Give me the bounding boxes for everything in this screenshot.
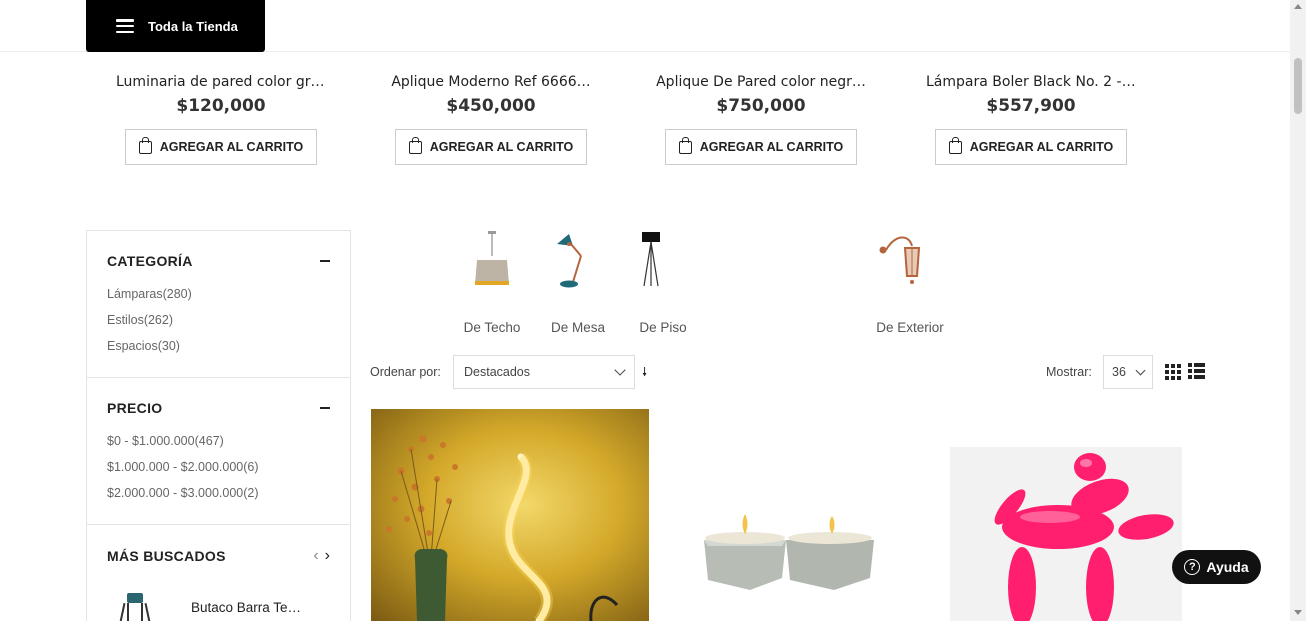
sort-select-value: Destacados	[464, 365, 531, 379]
strip-product: Lámpara Boler Black No. 2 - … $557,900 A…	[896, 70, 1166, 165]
help-button[interactable]: ? Ayuda	[1172, 550, 1261, 584]
filter-item[interactable]: $2.000.000 - $3.000.000(2)	[107, 480, 330, 506]
grid-view-icon[interactable]	[1165, 364, 1181, 380]
product-image-balloon-dog[interactable]	[950, 447, 1182, 621]
outdoor-lamp-icon	[865, 228, 955, 314]
product-strip: Luminaria de pared color gri… $120,000 A…	[86, 70, 1206, 180]
question-icon: ?	[1184, 559, 1201, 575]
sort-select[interactable]: Destacados	[453, 355, 635, 389]
most-searched-name: Butaco Barra Te…	[191, 599, 302, 615]
chevron-down-icon	[614, 364, 626, 376]
scrollbar-thumb[interactable]	[1294, 58, 1302, 114]
list-view-icon[interactable]	[1188, 363, 1205, 380]
add-to-cart-label: AGREGAR AL CARRITO	[429, 140, 574, 154]
top-bar: Toda la Tienda	[0, 0, 1290, 52]
collapse-icon[interactable]	[320, 260, 330, 262]
product-name[interactable]: Aplique Moderno Ref 6666…	[386, 74, 596, 90]
category-label: De Mesa	[550, 320, 606, 335]
scroll-up-arrow-icon[interactable]	[1294, 4, 1302, 9]
product-name[interactable]: Lámpara Boler Black No. 2 - …	[926, 74, 1136, 90]
page-scrollbar[interactable]	[1290, 0, 1306, 621]
filter-item[interactable]: $1.000.000 - $2.000.000(6)	[107, 454, 330, 480]
most-searched-title: MÁS BUSCADOS	[107, 548, 226, 564]
category-de-piso[interactable]: De Piso	[618, 228, 708, 335]
filter-item[interactable]: Lámparas(280)	[107, 281, 330, 307]
page-size-value: 36	[1112, 365, 1126, 379]
collapse-icon[interactable]	[320, 407, 330, 409]
sort-direction-icon[interactable]: 🠗	[642, 363, 647, 384]
filter-item[interactable]: Estilos(262)	[107, 307, 330, 333]
strip-product: Aplique De Pared color negr… $750,000 AG…	[626, 70, 896, 165]
price-filter: PRECIO $0 - $1.000.000(467) $1.000.000 -…	[87, 378, 350, 525]
add-to-cart-label: AGREGAR AL CARRITO	[699, 140, 844, 154]
category-de-techo[interactable]: De Techo	[447, 228, 537, 335]
sort-toolbar: Ordenar por: Destacados 🠗 Mostrar: 36	[370, 355, 1206, 389]
page-size-select[interactable]: 36	[1103, 355, 1153, 389]
desk-lamp-icon	[533, 228, 623, 314]
show-label: Mostrar:	[1046, 365, 1092, 379]
ceiling-lamp-icon	[447, 228, 537, 314]
product-image-concrete-candles[interactable]	[690, 500, 890, 600]
shopping-bag-icon	[408, 136, 422, 154]
floor-lamp-icon	[618, 228, 708, 314]
category-de-exterior[interactable]: De Exterior	[865, 228, 955, 335]
most-searched-header: MÁS BUSCADOS ‹ ›	[87, 525, 350, 565]
most-searched-item[interactable]: Butaco Barra Te…	[87, 565, 350, 621]
category-label: De Techo	[463, 320, 521, 335]
hamburger-icon	[116, 19, 134, 33]
chevron-down-icon	[1135, 365, 1146, 376]
category-label: De Piso	[639, 320, 687, 335]
product-price: $450,000	[446, 96, 536, 116]
add-to-cart-label: AGREGAR AL CARRITO	[159, 140, 304, 154]
product-price: $120,000	[176, 96, 266, 116]
category-filter-title: CATEGORÍA	[107, 253, 193, 269]
add-to-cart-button[interactable]: AGREGAR AL CARRITO	[394, 129, 588, 165]
filter-sidebar: CATEGORÍA Lámparas(280) Estilos(262) Esp…	[86, 230, 351, 621]
chevron-left-icon[interactable]: ‹	[313, 547, 318, 565]
filter-item[interactable]: Espacios(30)	[107, 333, 330, 359]
filter-item[interactable]: $0 - $1.000.000(467)	[107, 428, 330, 454]
product-name[interactable]: Aplique De Pared color negr…	[656, 74, 866, 90]
scroll-down-arrow-icon[interactable]	[1294, 610, 1302, 615]
price-filter-title: PRECIO	[107, 400, 163, 416]
category-de-mesa[interactable]: De Mesa	[533, 228, 623, 335]
sort-label: Ordenar por:	[370, 365, 441, 379]
product-image-led-lamp[interactable]	[371, 409, 649, 621]
product-price: $750,000	[716, 96, 806, 116]
product-name[interactable]: Luminaria de pared color gri…	[116, 74, 326, 90]
chevron-right-icon[interactable]: ›	[325, 547, 330, 565]
add-to-cart-button[interactable]: AGREGAR AL CARRITO	[664, 129, 858, 165]
add-to-cart-label: AGREGAR AL CARRITO	[969, 140, 1114, 154]
product-price: $557,900	[986, 96, 1076, 116]
category-filter: CATEGORÍA Lámparas(280) Estilos(262) Esp…	[87, 231, 350, 378]
help-label: Ayuda	[1206, 559, 1249, 575]
all-store-label: Toda la Tienda	[148, 18, 238, 34]
shopping-bag-icon	[948, 136, 962, 154]
add-to-cart-button[interactable]: AGREGAR AL CARRITO	[934, 129, 1128, 165]
shopping-bag-icon	[678, 136, 692, 154]
bar-stool-thumbnail	[107, 587, 163, 621]
strip-product: Luminaria de pared color gri… $120,000 A…	[86, 70, 356, 165]
shopping-bag-icon	[138, 136, 152, 154]
add-to-cart-button[interactable]: AGREGAR AL CARRITO	[124, 129, 318, 165]
strip-product: Aplique Moderno Ref 6666… $450,000 AGREG…	[356, 70, 626, 165]
all-store-menu-button[interactable]: Toda la Tienda	[86, 0, 265, 52]
category-label: De Exterior	[876, 320, 944, 335]
